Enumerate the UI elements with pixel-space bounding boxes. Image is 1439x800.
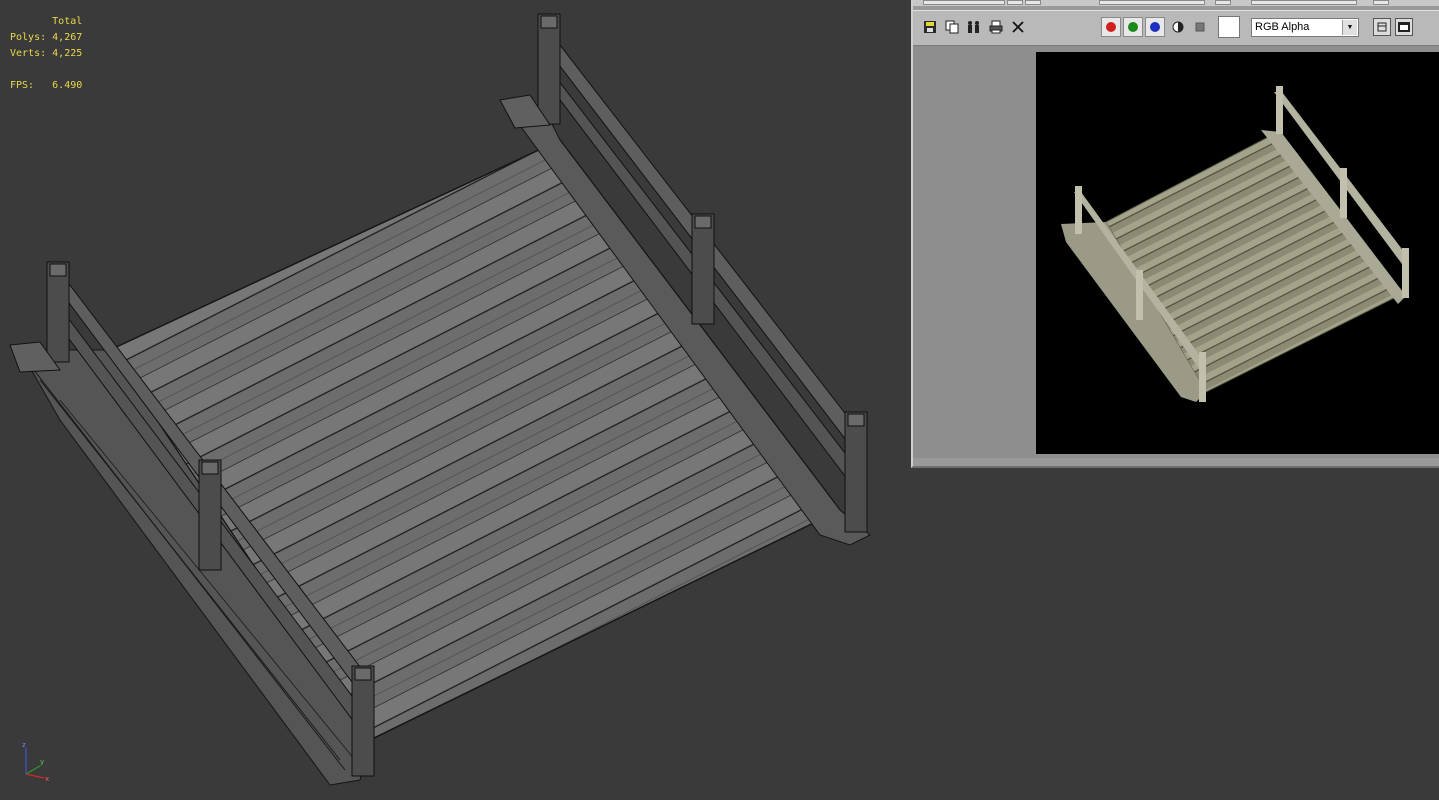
blue-channel-icon[interactable] xyxy=(1145,17,1165,37)
axis-x-label: x xyxy=(45,775,49,782)
red-channel-icon[interactable] xyxy=(1101,17,1121,37)
verts-value: 4,225 xyxy=(52,48,83,59)
axis-tripod-icon: z y x xyxy=(22,741,49,782)
fps-label: FPS: xyxy=(10,80,35,91)
clear-icon[interactable] xyxy=(1009,18,1027,36)
total-label: Total xyxy=(52,16,83,27)
print-icon[interactable] xyxy=(987,18,1005,36)
rendered-frame-window[interactable]: RGB Alpha ▼ xyxy=(911,0,1439,468)
channel-display-value: RGB Alpha xyxy=(1255,21,1310,33)
channel-display-dropdown[interactable]: RGB Alpha ▼ xyxy=(1251,18,1359,37)
polys-label: Polys: xyxy=(10,32,47,43)
rendered-image[interactable] xyxy=(1036,52,1439,454)
copy-icon[interactable] xyxy=(943,18,961,36)
axis-z-label: z xyxy=(22,741,26,749)
verts-label: Verts: xyxy=(10,48,47,59)
alpha-channel-icon[interactable] xyxy=(1169,18,1187,36)
viewport-statistics: Total Polys: 4,267 Verts: 4,225 FPS: 6.4… xyxy=(10,14,82,94)
staircase-wireframe-model[interactable] xyxy=(0,0,905,800)
window-title-strip xyxy=(913,0,1439,6)
save-icon[interactable] xyxy=(921,18,939,36)
frame-display-area xyxy=(913,46,1439,458)
rendered-staircase-image xyxy=(1061,86,1409,402)
toggle-ui-overlay-icon[interactable] xyxy=(1373,18,1391,36)
clone-icon[interactable] xyxy=(965,18,983,36)
polys-value: 4,267 xyxy=(52,32,83,43)
frame-toolbar: RGB Alpha ▼ xyxy=(913,10,1439,46)
axis-y-label: y xyxy=(40,758,44,766)
monochrome-icon[interactable] xyxy=(1191,18,1209,36)
fps-value: 6.490 xyxy=(52,80,83,91)
chevron-down-icon: ▼ xyxy=(1342,20,1357,35)
color-swatch[interactable] xyxy=(1218,16,1240,38)
toggle-ui-icon[interactable] xyxy=(1395,18,1413,36)
green-channel-icon[interactable] xyxy=(1123,17,1143,37)
